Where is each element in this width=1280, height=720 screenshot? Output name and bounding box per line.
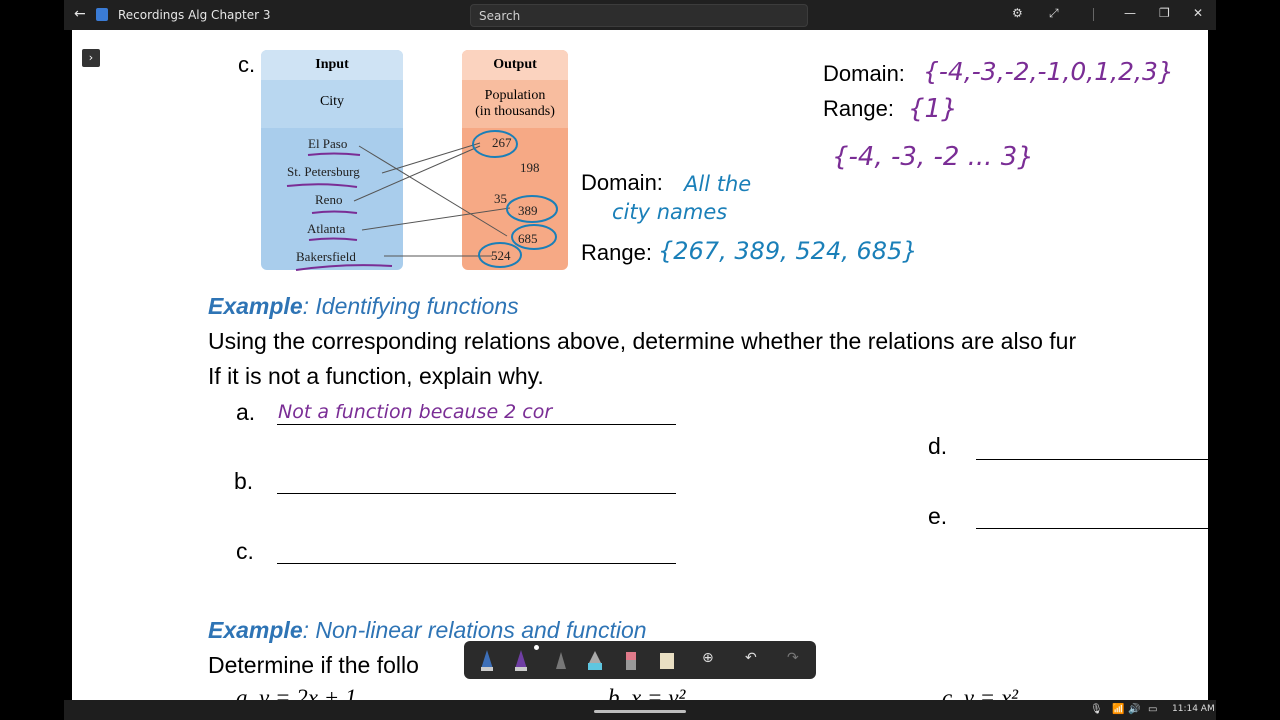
example-bold: Example [208,617,303,643]
expand-icon[interactable]: ⤢ [1049,6,1059,21]
title-bar: ← Recordings Alg Chapter 3 Search ⚙ ⤢ — … [64,0,1216,30]
answer-line [976,459,1208,460]
window-title: Recordings Alg Chapter 3 [118,8,271,22]
volume-icon[interactable]: 🔊 [1128,704,1140,715]
domain-value: All the [684,172,752,196]
answer-a-value: Not a function because 2 cor [278,401,553,423]
top-domain-label: Domain: [823,61,905,86]
gear-icon[interactable]: ⚙ [1012,6,1023,20]
answer-label: a. [236,399,256,425]
equation-b: b. x = y² [608,685,686,700]
answer-line [976,528,1208,529]
undo-icon[interactable]: ↶ [745,650,757,666]
range-label: Range: [581,240,652,265]
domain-label: Domain: [581,170,663,195]
battery-icon[interactable]: ▭ [1148,704,1157,715]
wifi-icon[interactable]: 📶 [1112,704,1124,715]
equation-c: c. y = x² [942,685,1019,700]
example-text: If it is not a function, explain why. [208,363,544,389]
ballpoint-pen-icon[interactable] [478,649,496,671]
equation-a: a. y = 2x + 1 [236,685,357,700]
example-title: : Non-linear relations and function [302,617,647,643]
selected-dot [534,645,539,650]
mic-icon[interactable]: 🎙 [1090,704,1103,715]
add-icon[interactable]: ⊕ [702,650,714,666]
back-arrow-icon[interactable]: ← [74,6,86,22]
title-divider [1093,8,1094,21]
restore-icon[interactable]: ❐ [1159,6,1170,20]
example-text: Determine if the follo [208,652,419,678]
search-input[interactable]: Search [470,4,808,27]
eraser-icon[interactable] [622,649,640,671]
range-value: {267, 389, 524, 685} [658,237,918,265]
taskbar: 🎙 📶 🔊 ▭ 11:14 AM [64,700,1216,720]
ruler-icon[interactable] [658,649,676,671]
example-title: : Identifying functions [302,293,519,319]
pencil-icon[interactable] [552,649,570,671]
top-range-value: {1} [908,94,958,124]
highlighter-icon[interactable] [586,649,604,671]
answer-label: e. [928,503,948,529]
answer-line [277,563,676,564]
pen-purple-icon[interactable] [512,649,530,671]
ink-toolbar: ⊕ ↶ ↷ [464,641,816,679]
domain-value: city names [612,200,728,224]
top-range-label: Range: [823,96,894,121]
answer-label: b. [234,468,254,494]
close-icon[interactable]: ✕ [1193,6,1203,20]
answer-line [277,424,676,425]
redo-icon[interactable]: ↷ [787,650,799,666]
alt-domain-value: {-4, -3, -2 ... 3} [832,142,1034,172]
example-heading: Example: Non-linear relations and functi… [208,617,647,644]
example-bold: Example [208,293,303,319]
answer-label: d. [928,433,948,459]
answer-label: c. [236,538,254,564]
top-domain-value: {-4,-3,-2,-1,0,1,2,3} [923,57,1174,86]
example-heading: Example: Identifying functions [208,293,519,320]
answer-line [277,493,676,494]
clock[interactable]: 11:14 AM [1172,704,1215,714]
app-icon [96,8,108,21]
notes-canvas[interactable]: › c. Input City El Paso St. Petersburg R… [72,30,1208,700]
example-text: Using the corresponding relations above,… [208,328,1077,354]
home-indicator[interactable] [594,710,686,713]
minimize-icon[interactable]: — [1124,6,1136,20]
